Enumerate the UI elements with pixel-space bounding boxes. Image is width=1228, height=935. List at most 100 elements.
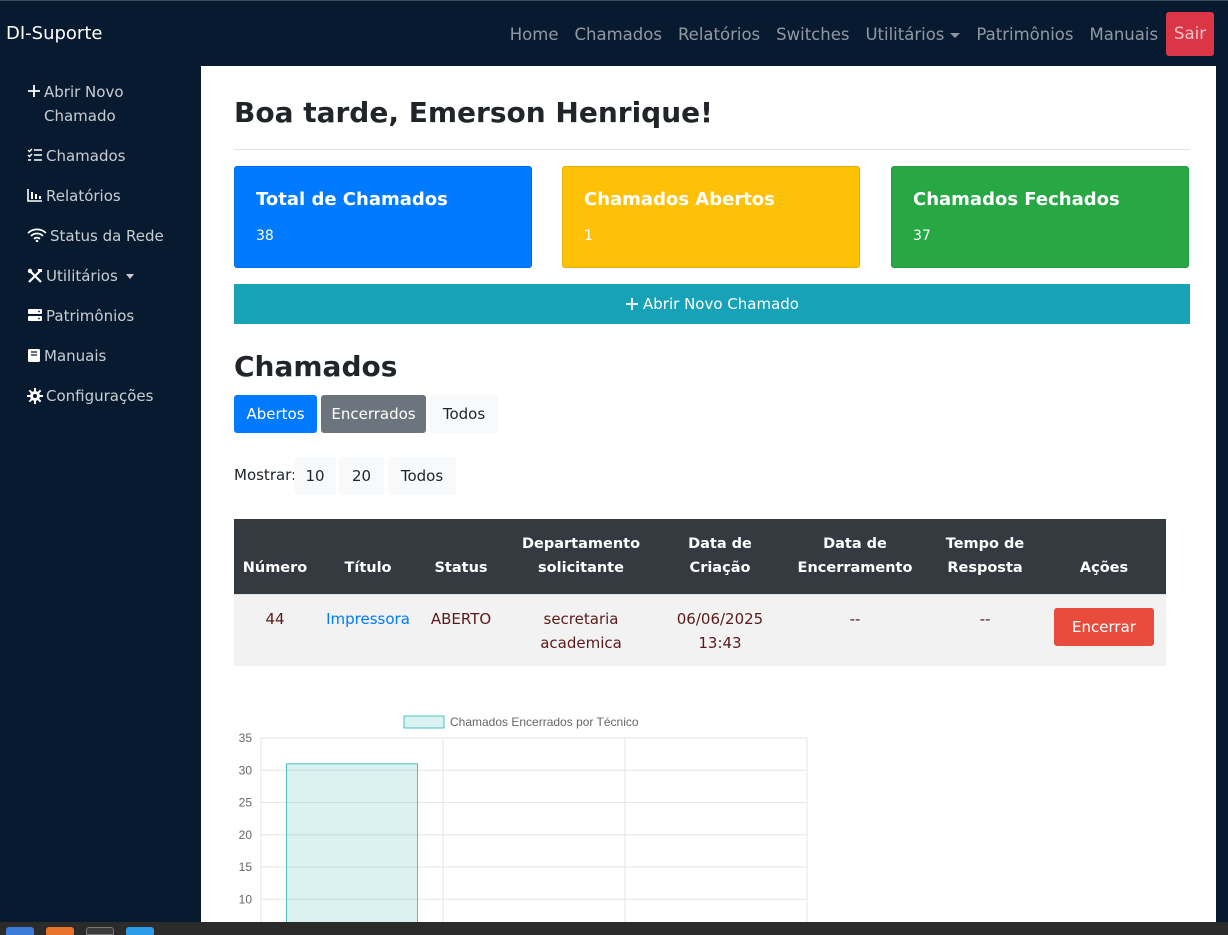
- header-line: Tempo de: [945, 536, 1025, 552]
- page-size-20-button[interactable]: 20: [339, 457, 384, 495]
- y-tick-label: 15: [239, 860, 253, 874]
- sidebar-item-label: Manuais: [44, 347, 107, 365]
- y-tick-label: 30: [239, 763, 253, 777]
- cell-line: secretaria: [543, 610, 619, 628]
- sidebar: Abrir Novo Chamado Chamados Relatórios S…: [0, 66, 201, 935]
- chamados-table: Número Título Status Departamento solicit…: [234, 519, 1166, 666]
- y-tick-label: 25: [239, 796, 253, 810]
- wifi-icon: [27, 228, 47, 242]
- cell-data-encerramento: --: [849, 610, 861, 628]
- y-tick-label: 20: [239, 828, 253, 842]
- card-value: 38: [256, 228, 274, 244]
- header-line: Resposta: [947, 560, 1023, 576]
- nav-utilitarios-dropdown[interactable]: Utilitários: [857, 25, 968, 44]
- browser-icon[interactable]: [126, 927, 154, 935]
- app-launcher-icon[interactable]: [46, 927, 74, 935]
- sidebar-item-manuais[interactable]: Manuais: [27, 344, 106, 368]
- card-title: Chamados Fechados: [913, 189, 1120, 210]
- tab-abertos[interactable]: Abertos: [234, 395, 317, 433]
- sidebar-item-label: Status da Rede: [50, 227, 164, 245]
- cell-status: ABERTO: [430, 610, 492, 628]
- card-title: Chamados Abertos: [584, 189, 775, 210]
- sidebar-item-configuracoes[interactable]: Configurações: [27, 384, 153, 408]
- main-content: Boa tarde, Emerson Henrique! Total de Ch…: [201, 66, 1216, 922]
- cell-line: 13:43: [698, 634, 742, 652]
- sidebar-item-utilitarios[interactable]: Utilitários: [27, 264, 134, 288]
- sidebar-item-relatorios[interactable]: Relatórios: [27, 184, 121, 208]
- window-edge: [1216, 66, 1228, 922]
- list-check-icon: [27, 148, 42, 161]
- sidebar-item-label: Relatórios: [46, 187, 121, 205]
- sidebar-item-label: Utilitários: [46, 267, 118, 285]
- sidebar-item-label: Chamados: [46, 147, 126, 165]
- nav-utilitarios-label: Utilitários: [865, 24, 945, 44]
- sidebar-item-abrir-novo-chamado[interactable]: Abrir Novo Chamado: [27, 80, 147, 128]
- top-navbar: DI-Suporte Home Chamados Relatórios Swit…: [0, 0, 1228, 66]
- sidebar-item-status-da-rede[interactable]: Status da Rede: [27, 224, 164, 248]
- cell-titulo-link[interactable]: Impressora: [326, 607, 410, 631]
- header-line: Encerramento: [797, 560, 913, 576]
- nav-switches[interactable]: Switches: [768, 25, 857, 44]
- header-line: Criação: [689, 560, 751, 576]
- section-title: Chamados: [234, 350, 398, 383]
- column-header-data-encerramento: Data de Encerramento: [798, 532, 913, 580]
- column-header-data-criacao: Data de Criação: [688, 532, 752, 580]
- cell-numero: 44: [265, 610, 285, 628]
- cell-departamento: secretaria academica: [540, 607, 622, 655]
- folder-icon[interactable]: [6, 927, 34, 935]
- header-line: Data de: [688, 536, 752, 552]
- legend-label: Chamados Encerrados por Técnico: [450, 715, 639, 729]
- page-size-todos-button[interactable]: Todos: [388, 457, 456, 495]
- taskbar: [0, 922, 1228, 935]
- sidebar-item-chamados[interactable]: Chamados: [27, 144, 126, 168]
- divider: [234, 149, 1190, 150]
- sidebar-item-label: Configurações: [46, 387, 154, 405]
- sidebar-item-patrimonios[interactable]: Patrimônios: [27, 304, 134, 328]
- table-header: Número Título Status Departamento solicit…: [234, 519, 1166, 594]
- caret-down-icon: [125, 274, 134, 279]
- column-header-titulo: Título: [344, 560, 392, 576]
- sidebar-item-label: Patrimônios: [46, 307, 135, 325]
- abrir-novo-chamado-button[interactable]: Abrir Novo Chamado: [234, 284, 1190, 324]
- header-line: Data de: [823, 536, 887, 552]
- server-icon: [28, 309, 42, 321]
- page-size-10-button[interactable]: 10: [294, 457, 336, 495]
- column-header-departamento: Departamento solicitante: [522, 532, 640, 580]
- sidebar-item-label: Abrir Novo Chamado: [44, 83, 124, 125]
- mostrar-label: Mostrar:: [234, 466, 297, 484]
- book-icon: [28, 349, 40, 362]
- card-title: Total de Chamados: [256, 189, 448, 210]
- gear-icon: [27, 388, 43, 404]
- logout-button[interactable]: Sair: [1166, 12, 1214, 56]
- page-title: Boa tarde, Emerson Henrique!: [234, 96, 713, 129]
- nav-manuais[interactable]: Manuais: [1081, 25, 1166, 44]
- encerrar-button[interactable]: Encerrar: [1054, 608, 1154, 646]
- nav-relatorios[interactable]: Relatórios: [670, 25, 768, 44]
- brand-logo[interactable]: DI-Suporte: [6, 23, 102, 44]
- nav-links: Home Chamados Relatórios Switches Utilit…: [502, 12, 1214, 56]
- terminal-icon[interactable]: [86, 927, 114, 935]
- nav-patrimonios[interactable]: Patrimônios: [968, 25, 1081, 44]
- column-header-numero: Número: [242, 560, 308, 576]
- tab-todos[interactable]: Todos: [430, 395, 498, 433]
- nav-home[interactable]: Home: [502, 25, 567, 44]
- nav-chamados[interactable]: Chamados: [567, 25, 670, 44]
- cell-line: 06/06/2025: [676, 610, 764, 628]
- header-line: Departamento: [521, 536, 641, 552]
- tab-encerrados[interactable]: Encerrados: [321, 395, 426, 433]
- card-total-chamados: Total de Chamados 38: [234, 166, 532, 268]
- tools-icon: [27, 268, 42, 283]
- table-row: 44 Impressora ABERTO secretaria academica…: [234, 594, 1166, 666]
- legend-swatch: [403, 715, 445, 729]
- card-value: 37: [913, 228, 931, 244]
- header-line: solicitante: [538, 560, 624, 576]
- y-tick-label: 10: [239, 892, 253, 906]
- bar: [285, 763, 419, 922]
- card-value: 1: [584, 228, 593, 244]
- button-label: Abrir Novo Chamado: [643, 295, 799, 313]
- bar-chart-icon: [27, 189, 42, 202]
- encerrados-por-tecnico-chart: Chamados Encerrados por Técnico 35 30 25 20 1…: [239, 715, 808, 922]
- caret-down-icon: [950, 32, 961, 38]
- card-chamados-fechados: Chamados Fechados 37: [891, 166, 1189, 268]
- column-header-tempo-resposta: Tempo de Resposta: [946, 532, 1025, 580]
